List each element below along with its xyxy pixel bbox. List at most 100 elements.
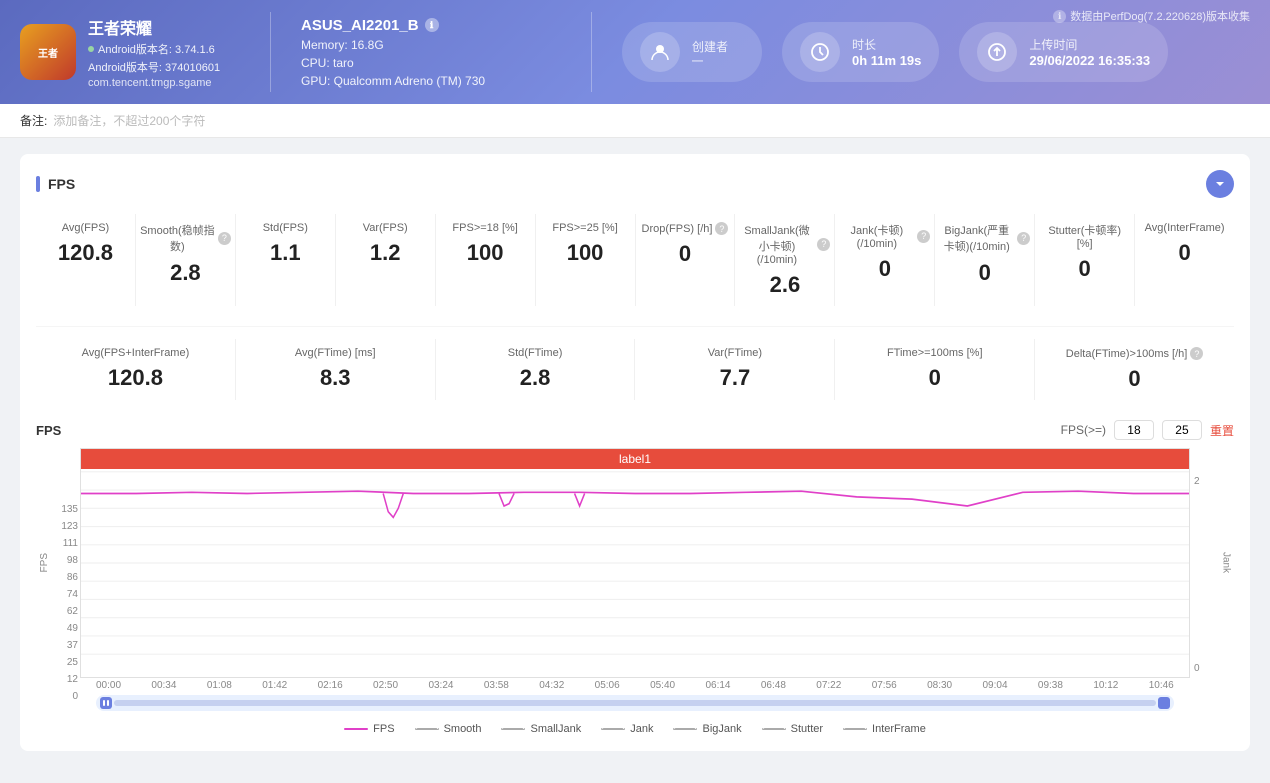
stat-value-11: 0 xyxy=(1178,240,1190,266)
scrollbar[interactable] xyxy=(96,695,1174,711)
app-name: 王者荣耀 xyxy=(88,15,220,39)
stat-value-0: 120.8 xyxy=(58,240,113,266)
scrollbar-handle-left[interactable] xyxy=(100,697,112,709)
stat2-label-1: Avg(FTime) [ms] xyxy=(295,347,376,359)
y-left-1: 123 xyxy=(61,521,78,532)
fps-section-header: FPS xyxy=(36,170,1234,198)
legend-label-1: Smooth xyxy=(444,723,482,735)
legend-item-1: Smooth xyxy=(415,723,482,735)
stat2-item-2: Std(FTime) 2.8 xyxy=(436,339,636,400)
y-right-11: 0 xyxy=(1194,663,1200,674)
help-icon-7[interactable]: ? xyxy=(817,238,830,251)
duration-icon xyxy=(800,32,840,72)
chart-label-bar: label1 xyxy=(81,449,1189,469)
stat-item-0: Avg(FPS) 120.8 xyxy=(36,214,136,306)
upload-icon xyxy=(977,32,1017,72)
x-label-19: 10:46 xyxy=(1149,680,1174,691)
stat-label-4: FPS>=18 [%] xyxy=(452,222,517,234)
stats-row-1: Avg(FPS) 120.8 Smooth(稳帧指数)? 2.8 Std(FPS… xyxy=(36,214,1234,306)
y-right-0: 2 xyxy=(1194,476,1200,487)
stat2-label-0: Avg(FPS+InterFrame) xyxy=(82,347,190,359)
legend-line-1 xyxy=(415,728,439,730)
main-content: FPS Avg(FPS) 120.8 Smooth(稳帧指数)? 2.8 Std… xyxy=(0,138,1270,783)
stat-value-9: 0 xyxy=(979,260,991,286)
stat2-value-0: 120.8 xyxy=(108,365,163,391)
legend-label-2: SmallJank xyxy=(530,723,581,735)
app-android-version: Android版本名: 3.74.1.6 xyxy=(88,41,220,57)
duration-card: 时长 0h 11m 19s xyxy=(782,22,939,82)
reset-button[interactable]: 重置 xyxy=(1210,422,1234,439)
upload-content: 上传时间 29/06/2022 16:35:33 xyxy=(1029,36,1150,68)
expand-button[interactable] xyxy=(1206,170,1234,198)
x-label-3: 01:42 xyxy=(262,680,287,691)
legend-label-6: InterFrame xyxy=(872,723,926,735)
stat-label-11: Avg(InterFrame) xyxy=(1145,222,1225,234)
stat2-value-2: 2.8 xyxy=(520,365,551,391)
legend-line-6 xyxy=(843,728,867,730)
help2-icon-5[interactable]: ? xyxy=(1190,347,1203,360)
stat-item-9: BigJank(严重卡顿)(/10min)? 0 xyxy=(935,214,1035,306)
help-icon-9[interactable]: ? xyxy=(1017,232,1030,245)
stat-item-1: Smooth(稳帧指数)? 2.8 xyxy=(136,214,236,306)
legend-label-0: FPS xyxy=(373,723,394,735)
fps-val2-input[interactable] xyxy=(1162,420,1202,440)
fps-y-label: FPS xyxy=(39,553,50,572)
app-package: com.tencent.tmgp.sgame xyxy=(88,77,220,89)
stat-value-8: 0 xyxy=(879,256,891,282)
fps-val1-input[interactable] xyxy=(1114,420,1154,440)
stat-label-0: Avg(FPS) xyxy=(62,222,109,234)
fps-chart-svg xyxy=(81,449,1189,677)
stat2-label-2: Std(FTime) xyxy=(508,347,563,359)
stat-item-11: Avg(InterFrame) 0 xyxy=(1135,214,1234,306)
y-left-11: 0 xyxy=(72,691,78,702)
stat2-item-3: Var(FTime) 7.7 xyxy=(635,339,835,400)
legend-line-3 xyxy=(601,728,625,730)
stat-value-5: 100 xyxy=(567,240,604,266)
stat-value-4: 100 xyxy=(467,240,504,266)
duration-content: 时长 0h 11m 19s xyxy=(852,36,921,68)
fps-section: FPS Avg(FPS) 120.8 Smooth(稳帧指数)? 2.8 Std… xyxy=(20,154,1250,751)
stat-item-3: Var(FPS) 1.2 xyxy=(336,214,436,306)
fps-controls: FPS(>=) 重置 xyxy=(1061,420,1234,440)
x-label-1: 00:34 xyxy=(151,680,176,691)
help-icon-1[interactable]: ? xyxy=(218,232,231,245)
stat-item-6: Drop(FPS) [/h]? 0 xyxy=(636,214,736,306)
scrollbar-handle-right[interactable] xyxy=(1158,697,1170,709)
upload-card: 上传时间 29/06/2022 16:35:33 xyxy=(959,22,1168,82)
y-left-5: 74 xyxy=(67,589,78,600)
stat2-value-3: 7.7 xyxy=(720,365,751,391)
creator-content: 创建者 — xyxy=(692,38,728,67)
x-label-13: 07:22 xyxy=(816,680,841,691)
y-left-7: 49 xyxy=(67,623,78,634)
stat-item-8: Jank(卡顿)(/10min)? 0 xyxy=(835,214,935,306)
y-left-4: 86 xyxy=(67,572,78,583)
stat-item-5: FPS>=25 [%] 100 xyxy=(536,214,636,306)
stat-label-2: Std(FPS) xyxy=(263,222,308,234)
device-cpu: CPU: taro xyxy=(301,56,561,70)
legend-label-3: Jank xyxy=(630,723,653,735)
x-label-4: 02:16 xyxy=(318,680,343,691)
stat2-item-5: Delta(FTime)>100ms [/h]? 0 xyxy=(1035,339,1234,400)
x-label-5: 02:50 xyxy=(373,680,398,691)
y-left-2: 111 xyxy=(63,538,78,549)
creator-label: 创建者 xyxy=(692,38,728,55)
device-gpu: GPU: Qualcomm Adreno (TM) 730 xyxy=(301,74,561,88)
x-label-18: 10:12 xyxy=(1093,680,1118,691)
y-left-3: 98 xyxy=(67,555,78,566)
x-label-10: 05:40 xyxy=(650,680,675,691)
legend-bar: FPSSmoothSmallJankJankBigJankStutterInte… xyxy=(36,723,1234,735)
help-icon-8[interactable]: ? xyxy=(917,230,930,243)
fps-gte-label: FPS(>=) xyxy=(1061,423,1106,437)
stat-value-10: 0 xyxy=(1079,256,1091,282)
device-info-icon[interactable]: ℹ xyxy=(425,18,439,32)
legend-item-6: InterFrame xyxy=(843,723,926,735)
note-label: 备注: xyxy=(20,112,47,129)
x-label-9: 05:06 xyxy=(595,680,620,691)
chart-header: FPS FPS(>=) 重置 xyxy=(36,420,1234,440)
y-left-8: 37 xyxy=(67,640,78,651)
legend-item-0: FPS xyxy=(344,723,394,735)
stat2-value-4: 0 xyxy=(929,365,941,391)
header-notice: ℹ 数据由PerfDog(7.2.220628)版本收集 xyxy=(1053,8,1250,24)
app-avatar: 王者 xyxy=(20,24,76,80)
help-icon-6[interactable]: ? xyxy=(715,222,728,235)
